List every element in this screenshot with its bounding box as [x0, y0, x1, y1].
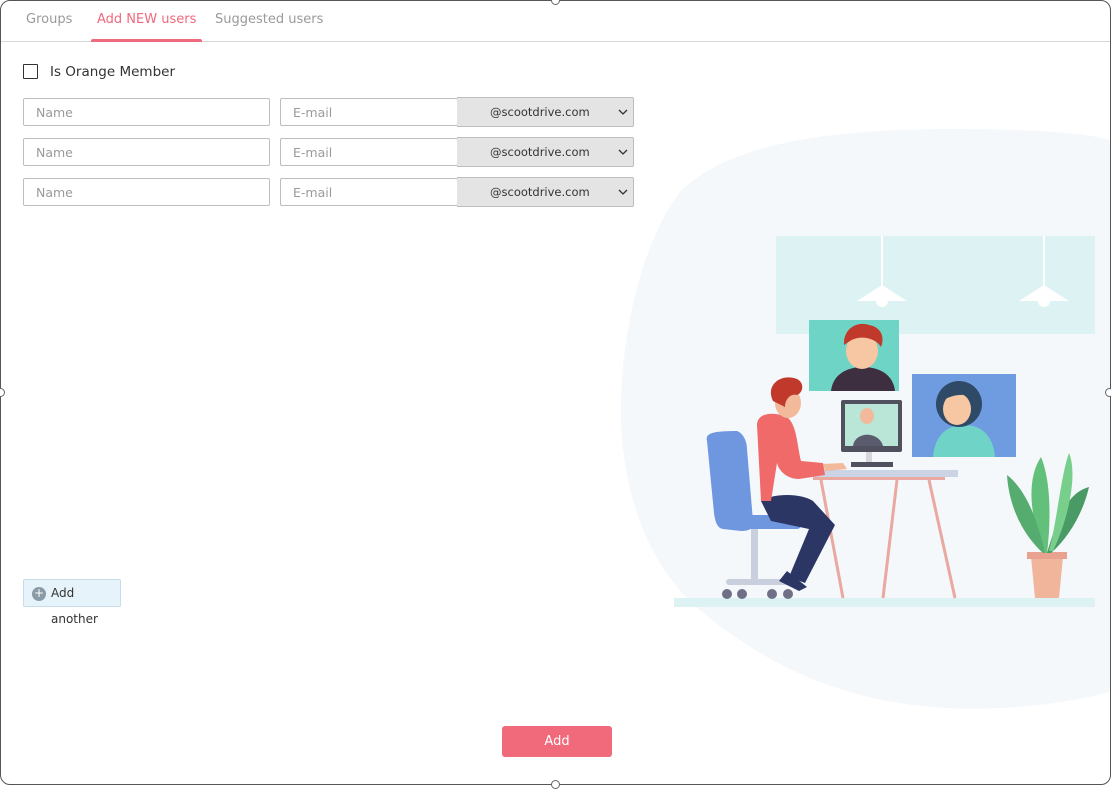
tab-bar: Groups Add NEW users Suggested users	[1, 1, 1110, 42]
domain-select-value: @scootdrive.com	[490, 185, 590, 199]
video-call-illustration	[620, 129, 1110, 709]
orange-member-label: Is Orange Member	[50, 64, 176, 80]
tab-suggested-users[interactable]: Suggested users	[215, 12, 323, 41]
email-input[interactable]: E-mail	[280, 98, 458, 126]
plus-circle-icon: +	[32, 586, 46, 601]
tab-add-new-users[interactable]: Add NEW users	[90, 12, 203, 42]
email-input[interactable]: E-mail	[280, 138, 458, 166]
add-another-button[interactable]: + Add another	[23, 579, 121, 626]
add-button[interactable]: Add	[502, 726, 612, 757]
name-input[interactable]: Name	[23, 178, 270, 206]
domain-select-value: @scootdrive.com	[490, 105, 590, 119]
name-input[interactable]: Name	[23, 98, 270, 126]
email-input[interactable]: E-mail	[280, 178, 458, 206]
domain-select-value: @scootdrive.com	[490, 145, 590, 159]
add-another-label: Add another	[51, 586, 98, 626]
tab-groups[interactable]: Groups	[26, 12, 72, 41]
resize-handle-right[interactable]	[1105, 388, 1111, 397]
name-input[interactable]: Name	[23, 138, 270, 166]
orange-member-checkbox[interactable]	[23, 64, 38, 79]
dialog-window: Groups Add NEW users Suggested users Is …	[0, 0, 1111, 785]
